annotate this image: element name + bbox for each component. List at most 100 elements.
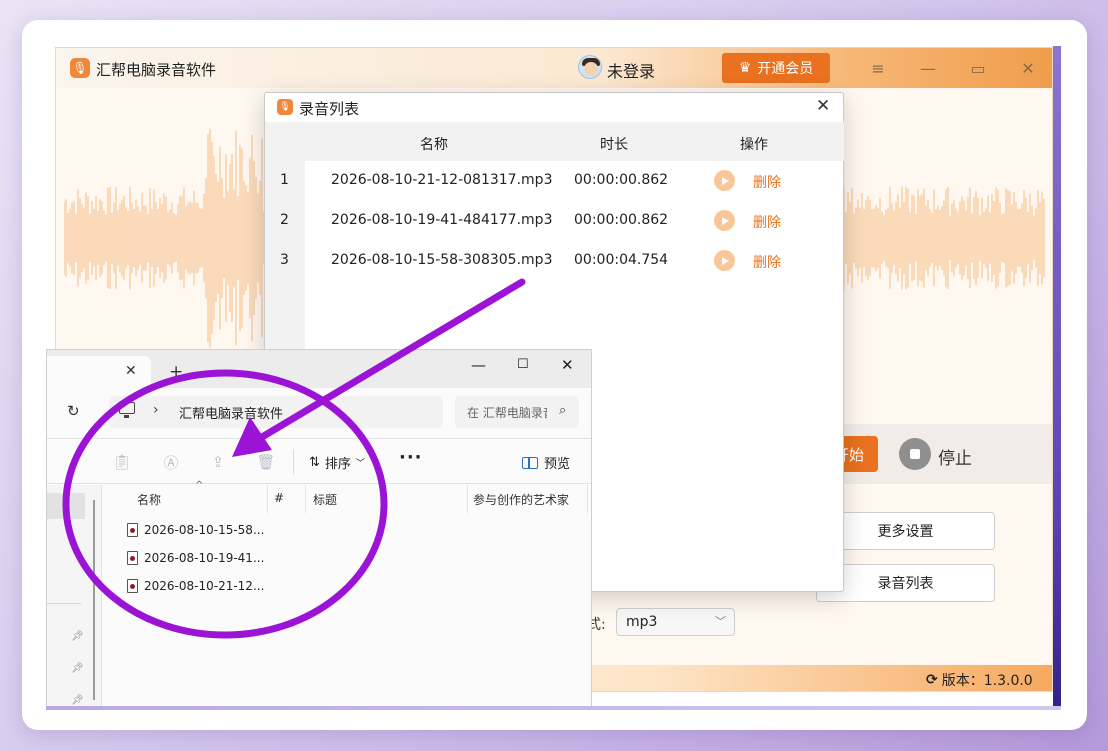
- maximize-icon[interactable]: ☐: [517, 357, 529, 372]
- file-item[interactable]: 2026-08-10-15-58...: [127, 519, 264, 541]
- column-divider[interactable]: [267, 485, 268, 513]
- column-divider[interactable]: [305, 485, 306, 513]
- table-row: 3 2026-08-10-15-58-308305.mp3 00:00:04.7…: [265, 241, 844, 281]
- file-item[interactable]: 2026-08-10-19-41...: [127, 547, 264, 569]
- audio-file-icon: [127, 523, 138, 537]
- file-name: 2026-08-10-15-58...: [144, 523, 265, 537]
- row-index: 3: [280, 252, 289, 268]
- explorer-tabbar: ✕ + — ☐ ✕: [47, 350, 591, 388]
- column-name[interactable]: 名称: [137, 491, 161, 508]
- rename-icon[interactable]: Ⓐ: [162, 453, 180, 472]
- close-icon[interactable]: ✕: [1016, 56, 1040, 80]
- tab-close-icon[interactable]: ✕: [125, 363, 137, 379]
- version-info: ⟳ 版本：1.3.0.0: [926, 670, 1033, 690]
- play-icon[interactable]: [714, 210, 735, 231]
- column-track-number[interactable]: #: [274, 491, 284, 505]
- row-filename: 2026-08-10-15-58-308305.mp3: [331, 252, 553, 268]
- chevron-down-icon: ﹀: [715, 615, 726, 628]
- vip-button[interactable]: ♛ 开通会员: [722, 53, 830, 83]
- play-icon[interactable]: [714, 170, 735, 191]
- column-artists[interactable]: 参与创作的艺术家: [473, 491, 569, 508]
- dialog-title: 录音列表: [299, 100, 360, 118]
- preview-button[interactable]: 预览: [522, 453, 570, 472]
- delete-link[interactable]: 删除: [753, 212, 781, 232]
- minimize-icon[interactable]: —: [916, 56, 940, 80]
- audio-file-icon: [127, 551, 138, 565]
- nav-selected-item[interactable]: [47, 493, 85, 519]
- stop-label[interactable]: 停止: [938, 444, 972, 469]
- user-avatar[interactable]: [578, 55, 602, 79]
- preview-label: 预览: [544, 457, 571, 472]
- address-bar[interactable]: › 汇帮电脑录音软件: [109, 396, 443, 428]
- table-header: 名称 时长 操作: [305, 122, 844, 161]
- more-options-button[interactable]: ···: [399, 447, 423, 468]
- refresh-icon[interactable]: ↻: [67, 402, 80, 420]
- pin-icon[interactable]: 📌︎: [71, 631, 84, 642]
- row-filename: 2026-08-10-21-12-081317.mp3: [331, 172, 553, 188]
- search-box[interactable]: 在 汇帮电脑录音软件 中搜索 ⌕: [455, 396, 579, 428]
- sort-icon: ⇅: [309, 455, 320, 470]
- delete-link[interactable]: 删除: [753, 252, 781, 272]
- sort-button[interactable]: ⇅ 排序 ﹀: [309, 453, 365, 472]
- sort-ascending-icon: ^: [195, 480, 204, 491]
- table-row: 1 2026-08-10-21-12-081317.mp3 00:00:00.8…: [265, 161, 844, 201]
- close-icon[interactable]: ✕: [561, 356, 574, 374]
- version-label: 版本：1.3.0.0: [941, 673, 1033, 689]
- column-divider[interactable]: [467, 485, 468, 513]
- row-filename: 2026-08-10-19-41-484177.mp3: [331, 212, 553, 228]
- refresh-icon[interactable]: ⟳: [926, 672, 938, 688]
- column-name: 名称: [420, 137, 448, 153]
- file-name: 2026-08-10-21-12...: [144, 579, 265, 593]
- background-strip-bottom: [46, 706, 1061, 710]
- format-select[interactable]: mp3 ﹀: [616, 608, 735, 636]
- format-select-value: mp3: [626, 614, 658, 630]
- pin-icon[interactable]: 📌︎: [71, 695, 84, 706]
- audio-file-icon: [127, 579, 138, 593]
- search-placeholder: 在 汇帮电脑录音软件 中搜索: [467, 406, 547, 420]
- column-title[interactable]: 标题: [313, 491, 337, 508]
- new-tab-button[interactable]: +: [169, 362, 183, 382]
- microphone-icon: 🎙: [277, 99, 293, 115]
- crown-icon: ♛: [738, 60, 752, 76]
- row-duration: 00:00:00.862: [574, 212, 669, 228]
- sort-label: 排序: [324, 457, 351, 472]
- nav-scrollbar[interactable]: [93, 500, 95, 700]
- row-index: 2: [280, 212, 289, 228]
- row-index: 1: [280, 172, 289, 188]
- preview-pane-icon: [522, 456, 538, 469]
- chevron-down-icon: ﹀: [355, 459, 365, 469]
- column-actions: 操作: [740, 137, 768, 153]
- paste-icon[interactable]: 📋︎: [112, 453, 131, 471]
- delete-icon[interactable]: 🗑︎: [256, 453, 275, 471]
- delete-link[interactable]: 删除: [753, 172, 781, 192]
- table-row: 2 2026-08-10-19-41-484177.mp3 00:00:00.8…: [265, 201, 844, 241]
- share-icon[interactable]: ⇪: [209, 453, 227, 471]
- app-titlebar: 🎙 汇帮电脑录音软件 未登录 ♛ 开通会员 ≡ — ▭ ✕: [56, 48, 1052, 88]
- row-duration: 00:00:00.862: [574, 172, 669, 188]
- file-list-header: ^ 名称 # 标题 参与创作的艺术家: [103, 480, 591, 513]
- maximize-icon[interactable]: ▭: [966, 56, 990, 80]
- file-explorer-window: ✕ + — ☐ ✕ ↻ › 汇帮电脑录音软件 在 汇帮电脑录音软件 中搜索 ⌕ …: [46, 349, 592, 706]
- address-row: ↻ › 汇帮电脑录音软件 在 汇帮电脑录音软件 中搜索 ⌕: [47, 388, 591, 438]
- file-item[interactable]: 2026-08-10-21-12...: [127, 575, 264, 597]
- app-title: 汇帮电脑录音软件: [96, 61, 217, 79]
- dialog-close-icon[interactable]: ✕: [816, 96, 830, 116]
- login-status[interactable]: 未登录: [607, 58, 655, 82]
- microphone-logo-icon: 🎙: [70, 58, 90, 78]
- background-strip: [1053, 46, 1061, 706]
- menu-icon[interactable]: ≡: [866, 56, 890, 80]
- play-icon[interactable]: [714, 250, 735, 271]
- stop-icon[interactable]: [899, 438, 931, 470]
- computer-icon[interactable]: [119, 402, 135, 418]
- vip-button-label: 开通会员: [757, 61, 814, 77]
- chevron-right-icon: ›: [153, 402, 159, 418]
- pin-icon[interactable]: 📌︎: [71, 663, 84, 674]
- column-divider[interactable]: [587, 485, 588, 513]
- nav-divider: [47, 603, 81, 604]
- toolbar-divider: [293, 449, 294, 475]
- minimize-icon[interactable]: —: [471, 356, 486, 374]
- search-icon: ⌕: [559, 403, 567, 418]
- explorer-toolbar: 📋︎ Ⓐ ⇪ 🗑︎ ⇅ 排序 ﹀ ··· 预览: [47, 438, 591, 484]
- row-duration: 00:00:04.754: [574, 252, 669, 268]
- file-name: 2026-08-10-19-41...: [144, 551, 265, 565]
